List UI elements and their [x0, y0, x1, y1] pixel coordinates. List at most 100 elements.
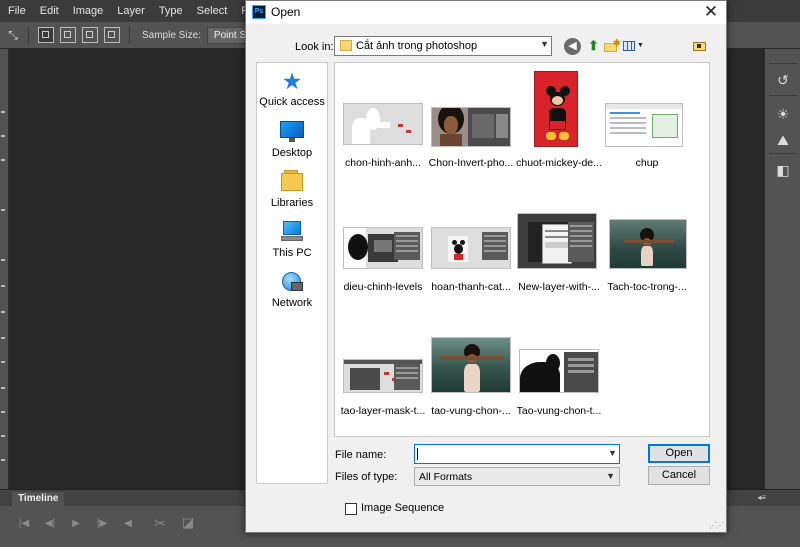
- file-list: chon-hinh-anh... Chon-Invert-pho... chuo…: [334, 62, 710, 437]
- place-libraries[interactable]: Libraries: [257, 170, 327, 209]
- eyedropper-tool-icon[interactable]: ⤡: [4, 26, 22, 44]
- file-name: Chon-Invert-pho...: [428, 157, 514, 169]
- resize-grip-icon[interactable]: ⋰⋰: [709, 521, 724, 530]
- file-item[interactable]: Chon-Invert-pho...: [427, 71, 515, 181]
- previous-frame-icon[interactable]: ◀|: [42, 518, 58, 532]
- menu-image[interactable]: Image: [73, 5, 104, 17]
- file-item[interactable]: chon-hinh-anh...: [339, 71, 427, 181]
- network-icon: [279, 270, 305, 294]
- tool-marker[interactable]: [1, 259, 5, 261]
- menu-edit[interactable]: Edit: [40, 5, 59, 17]
- audio-icon[interactable]: ◀: [120, 518, 136, 532]
- folder-icon: [340, 40, 352, 51]
- chevron-down-icon[interactable]: ▼: [606, 471, 615, 481]
- menu-layer[interactable]: Layer: [117, 5, 145, 17]
- menu-file[interactable]: File: [8, 5, 26, 17]
- tool-marker[interactable]: [1, 435, 5, 437]
- channels-icon[interactable]: ⛰: [771, 129, 795, 151]
- dialog-titlebar[interactable]: Ps Open ✕: [246, 1, 726, 24]
- place-quick-access[interactable]: ★ Quick access: [257, 69, 327, 108]
- next-frame-icon[interactable]: |▶: [94, 518, 110, 532]
- adjustments-icon[interactable]: ☀: [771, 103, 795, 125]
- chevron-down-icon[interactable]: ▼: [540, 39, 549, 49]
- file-thumbnail: [431, 107, 511, 147]
- tool-marker[interactable]: [1, 411, 5, 413]
- file-item[interactable]: dieu-chinh-levels: [339, 195, 427, 305]
- tool-marker[interactable]: [1, 311, 5, 313]
- look-in-select[interactable]: Cắt ảnh trong photoshop ▼: [334, 36, 552, 56]
- desktop-shortcut-icon[interactable]: [692, 38, 709, 55]
- back-icon[interactable]: ◀: [564, 38, 581, 55]
- open-button[interactable]: Open: [648, 444, 710, 463]
- tool-marker[interactable]: [1, 285, 5, 287]
- file-item[interactable]: tao-layer-mask-t...: [339, 319, 427, 429]
- timeline-tab[interactable]: Timeline: [12, 492, 65, 506]
- file-item[interactable]: New-layer-with-...: [515, 195, 603, 305]
- tool-marker[interactable]: [1, 361, 5, 363]
- file-item[interactable]: Tach-toc-trong-...: [603, 195, 691, 305]
- file-item[interactable]: hoan-thanh-cat...: [427, 195, 515, 305]
- place-label: Libraries: [270, 197, 314, 209]
- ps-tools-panel: [0, 49, 9, 489]
- look-in-value: Cắt ảnh trong photoshop: [356, 40, 478, 52]
- menu-type[interactable]: Type: [159, 5, 183, 17]
- place-desktop[interactable]: Desktop: [257, 120, 327, 159]
- tool-marker[interactable]: [1, 459, 5, 461]
- place-label: This PC: [272, 247, 312, 259]
- place-label: Desktop: [271, 147, 313, 159]
- file-item[interactable]: chup: [603, 71, 691, 181]
- star-icon: ★: [281, 68, 303, 94]
- tool-marker[interactable]: [1, 135, 5, 137]
- file-thumbnail: [431, 337, 511, 393]
- add-selection-icon[interactable]: [60, 27, 76, 43]
- files-of-type-value: All Formats: [419, 471, 473, 483]
- text-caret: [417, 448, 418, 460]
- image-sequence-checkbox[interactable]: [345, 503, 357, 515]
- file-name: New-layer-with-...: [518, 281, 600, 293]
- history-icon[interactable]: ↺: [771, 69, 795, 91]
- file-name-input[interactable]: [414, 444, 620, 464]
- dock-divider: [769, 63, 797, 64]
- tool-marker[interactable]: [1, 387, 5, 389]
- dock-divider: [769, 153, 797, 154]
- cancel-button[interactable]: Cancel: [648, 466, 710, 485]
- image-sequence-label[interactable]: Image Sequence: [361, 502, 444, 514]
- file-item[interactable]: chuot-mickey-de...: [515, 71, 603, 181]
- place-label: Quick access: [259, 96, 325, 108]
- intersect-selection-icon[interactable]: [104, 27, 120, 43]
- options-divider: [28, 26, 29, 44]
- file-item[interactable]: tao-vung-chon-...: [427, 319, 515, 429]
- place-network[interactable]: Network: [257, 270, 327, 309]
- tool-marker[interactable]: [1, 111, 5, 113]
- play-icon[interactable]: ▶: [68, 518, 84, 532]
- tool-marker[interactable]: [1, 337, 5, 339]
- file-name: Tao-vung-chon-t...: [516, 405, 602, 417]
- menu-select[interactable]: Select: [197, 5, 228, 17]
- chevron-down-icon[interactable]: ▼: [608, 448, 617, 458]
- place-label: Network: [271, 297, 313, 309]
- place-this-pc[interactable]: This PC: [257, 220, 327, 259]
- tool-marker[interactable]: [1, 209, 5, 211]
- tool-marker[interactable]: [1, 159, 5, 161]
- close-button[interactable]: ✕: [696, 1, 726, 24]
- file-name: hoan-thanh-cat...: [431, 281, 511, 293]
- file-name: Tach-toc-trong-...: [607, 281, 687, 293]
- layers-icon[interactable]: ◧: [771, 159, 795, 181]
- files-of-type-select[interactable]: All Formats ▼: [414, 467, 620, 486]
- computer-icon: [279, 220, 305, 244]
- new-selection-icon[interactable]: [38, 27, 54, 43]
- panel-menu-icon[interactable]: ◂≡: [757, 493, 766, 502]
- up-folder-icon[interactable]: ⬆: [585, 38, 602, 55]
- first-frame-icon[interactable]: |◀: [16, 518, 32, 532]
- new-folder-icon[interactable]: ✱: [603, 38, 621, 55]
- scissors-icon[interactable]: ✂: [152, 515, 168, 531]
- file-name: tao-layer-mask-t...: [340, 405, 426, 417]
- look-in-label: Look in:: [295, 41, 334, 53]
- transition-icon[interactable]: ◪: [180, 515, 196, 530]
- subtract-selection-icon[interactable]: [82, 27, 98, 43]
- open-dialog: Ps Open ✕ Look in: Cắt ảnh trong photosh…: [245, 0, 727, 533]
- file-name: tao-vung-chon-...: [431, 405, 511, 417]
- file-item[interactable]: Tao-vung-chon-t...: [515, 319, 603, 429]
- file-name: chuot-mickey-de...: [516, 157, 602, 169]
- view-menu-icon[interactable]: ▼: [623, 38, 645, 55]
